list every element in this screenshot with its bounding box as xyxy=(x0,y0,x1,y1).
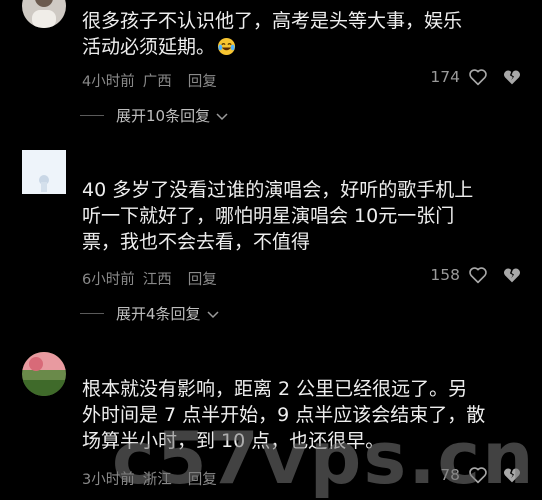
avatar[interactable] xyxy=(22,0,66,28)
like-group: 78 xyxy=(440,466,522,484)
like-count: 174 xyxy=(430,68,460,86)
divider-line xyxy=(80,313,104,314)
like-count: 158 xyxy=(430,266,460,284)
chevron-down-icon xyxy=(207,305,219,323)
comment-text: 40 多岁了没看过谁的演唱会，好听的歌手机上 听一下就好了，哪怕明星演唱会 10… xyxy=(82,179,474,253)
expand-replies-button[interactable]: 展开10条回复 xyxy=(80,105,228,126)
comment-time: 6小时前 xyxy=(82,272,135,288)
comment-text: 根本就没有影响，距离 2 公里已经很远了。另 外时间是 7 点半开始，9 点半应… xyxy=(82,378,486,452)
expand-label: 展开10条回复 xyxy=(116,107,211,125)
chevron-down-icon xyxy=(216,107,228,125)
comment-meta: 6小时前 江西 回复 xyxy=(82,268,217,289)
avatar[interactable] xyxy=(22,150,66,194)
comment-location: 江西 xyxy=(142,272,172,288)
like-group: 174 xyxy=(430,68,522,86)
laughing-crying-emoji-icon xyxy=(217,37,236,56)
broken-heart-icon[interactable] xyxy=(502,466,522,484)
comment-text: 很多孩子不认识他了，高考是头等大事，娱乐 活动必须延期。 xyxy=(82,10,463,58)
comment-location: 广西 xyxy=(142,74,172,90)
reply-button[interactable]: 回复 xyxy=(188,74,217,90)
like-group: 158 xyxy=(430,266,522,284)
comment-location: 浙江 xyxy=(142,472,172,488)
heart-icon[interactable] xyxy=(468,266,488,284)
avatar[interactable] xyxy=(22,352,66,396)
reply-button[interactable]: 回复 xyxy=(188,272,217,288)
broken-heart-icon[interactable] xyxy=(502,266,522,284)
expand-replies-button[interactable]: 展开4条回复 xyxy=(80,303,219,324)
divider-line xyxy=(80,115,104,116)
reply-button[interactable]: 回复 xyxy=(188,472,217,488)
expand-label: 展开4条回复 xyxy=(116,305,201,323)
comment-meta: 3小时前 浙江 回复 xyxy=(82,468,217,489)
heart-icon[interactable] xyxy=(468,466,488,484)
like-count: 78 xyxy=(440,466,460,484)
broken-heart-icon[interactable] xyxy=(502,68,522,86)
comment-meta: 4小时前 广西 回复 xyxy=(82,70,217,91)
comment-time: 3小时前 xyxy=(82,472,135,488)
heart-icon[interactable] xyxy=(468,68,488,86)
comment-time: 4小时前 xyxy=(82,74,135,90)
